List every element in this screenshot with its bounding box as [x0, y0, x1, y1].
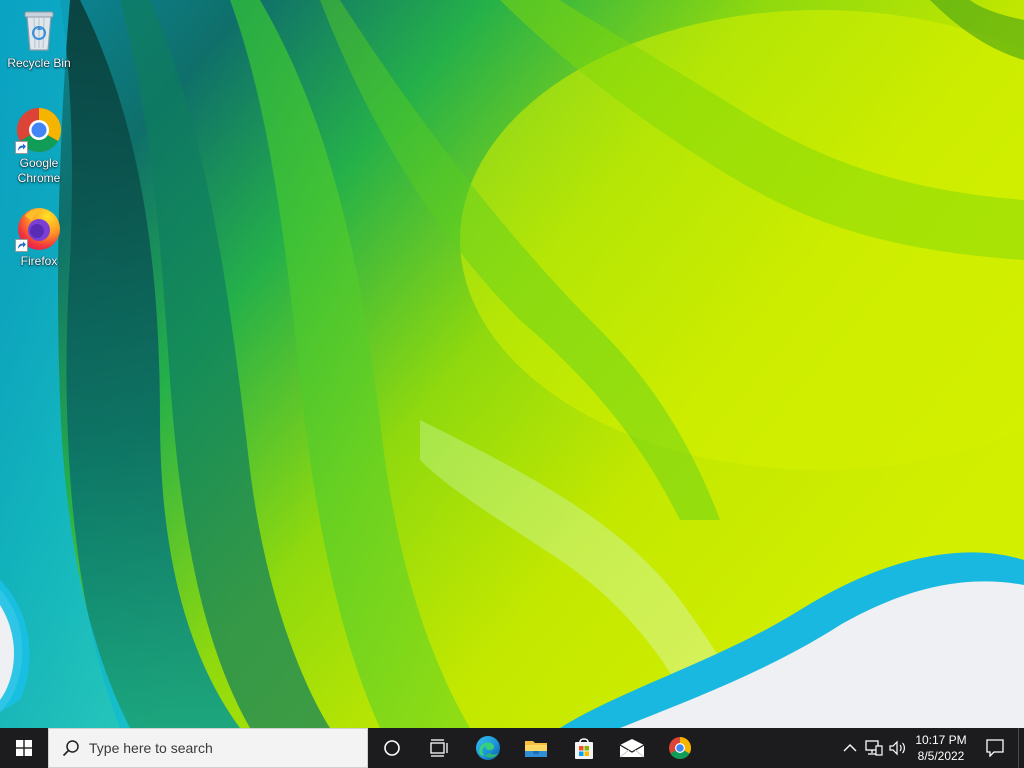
chrome-icon [669, 737, 691, 759]
desktop-icon-label: Recycle Bin [7, 56, 71, 70]
windows-logo-icon [16, 740, 32, 756]
search-placeholder: Type here to search [89, 740, 213, 756]
recycle-bin-icon [15, 6, 63, 54]
network-icon [865, 740, 883, 756]
taskbar: Type here to search 10:17 PM 8/5/2022 [0, 728, 1024, 768]
clock-time: 10:17 PM [915, 733, 967, 747]
chevron-up-icon [843, 744, 857, 752]
edge-taskbar-button[interactable] [464, 728, 512, 768]
pinned-apps [368, 728, 704, 768]
desktop-icon-label: Firefox [20, 254, 58, 268]
show-hidden-icons-button[interactable] [838, 728, 862, 768]
firefox-icon [15, 204, 63, 252]
action-center-icon [986, 739, 1004, 757]
file-explorer-icon [525, 741, 547, 757]
chrome-taskbar-button[interactable] [656, 728, 704, 768]
volume-icon [889, 740, 905, 756]
task-view-icon [430, 739, 448, 757]
shortcut-arrow-icon [15, 239, 28, 252]
chrome-icon [15, 106, 63, 154]
taskbar-clock[interactable]: 10:17 PM 8/5/2022 [910, 728, 972, 768]
volume-button[interactable] [886, 728, 910, 768]
store-taskbar-button[interactable] [560, 728, 608, 768]
store-icon [575, 738, 593, 759]
mail-icon [619, 739, 645, 758]
desktop-icon-label: Google Chrome [17, 156, 61, 185]
clock-date: 8/5/2022 [917, 749, 965, 763]
desktop-icon-google-chrome[interactable]: Google Chrome [2, 106, 76, 186]
cortana-button[interactable] [368, 728, 416, 768]
start-button[interactable] [0, 728, 48, 768]
desktop-wallpaper [0, 0, 1024, 728]
file-explorer-taskbar-button[interactable] [512, 728, 560, 768]
show-desktop-button[interactable] [1018, 728, 1024, 768]
edge-icon [476, 736, 500, 760]
cortana-circle-icon [384, 740, 400, 756]
system-tray: 10:17 PM 8/5/2022 [838, 728, 1024, 768]
shortcut-arrow-icon [15, 141, 28, 154]
mail-taskbar-button[interactable] [608, 728, 656, 768]
desktop-icon-firefox[interactable]: Firefox [2, 204, 76, 269]
task-view-button[interactable] [416, 728, 464, 768]
search-icon [62, 740, 79, 757]
network-button[interactable] [862, 728, 886, 768]
taskbar-search-box[interactable]: Type here to search [48, 728, 368, 768]
action-center-button[interactable] [972, 728, 1018, 768]
desktop-icon-recycle-bin[interactable]: Recycle Bin [2, 6, 76, 71]
